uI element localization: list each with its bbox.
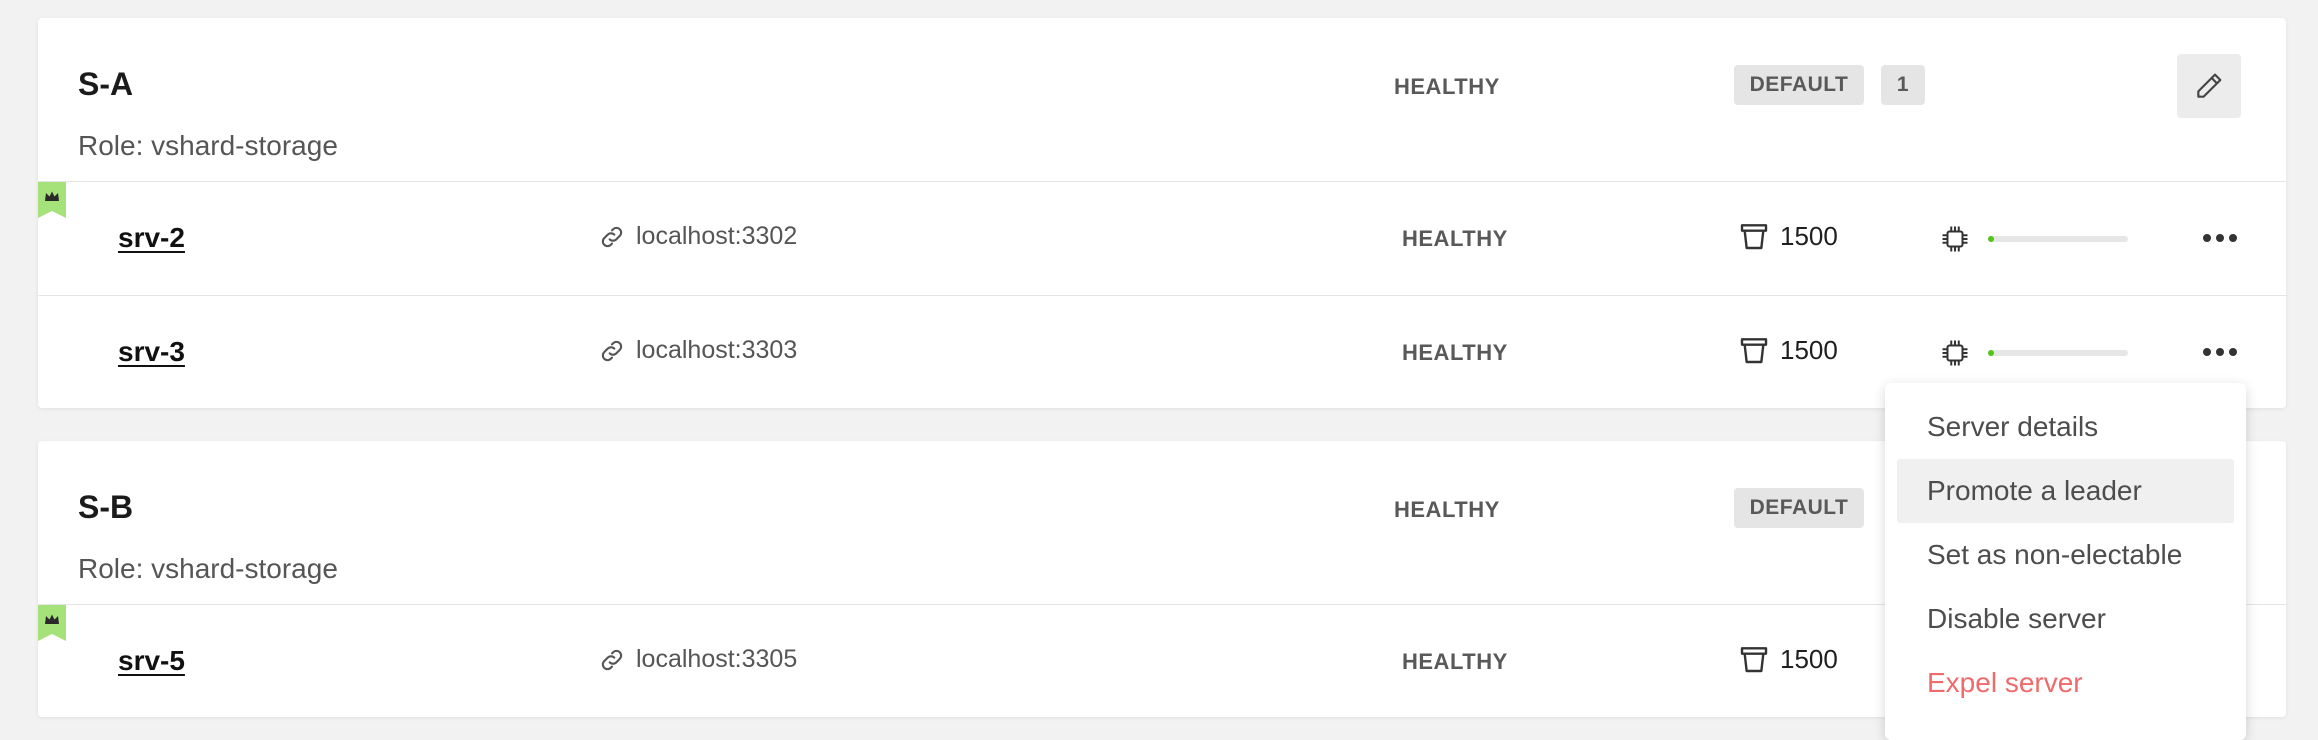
chip-icon (1942, 226, 1968, 252)
server-alias-link[interactable]: srv-2 (118, 222, 185, 254)
server-uri-text: localhost:3303 (636, 336, 798, 364)
server-buckets: 1500 (1738, 220, 1838, 252)
memory-bar-fill (1988, 236, 1994, 242)
replicaset-role: Role: vshard-storage (78, 130, 338, 161)
server-uri-text: localhost:3302 (636, 222, 798, 250)
more-dots-icon (2203, 348, 2237, 356)
memory-usage (1940, 338, 2128, 368)
menu-item-set-non-electable[interactable]: Set as non-electable (1897, 523, 2234, 587)
crown-icon (38, 605, 66, 641)
server-menu-button[interactable] (2196, 336, 2244, 368)
server-alias-link[interactable]: srv-5 (118, 645, 185, 677)
bucket-count: 1500 (1780, 220, 1838, 251)
replicaset-name: S-B (78, 489, 134, 525)
replicaset-card-s-a: S-A Role: vshard-storage HEALTHY DEFAULT… (38, 18, 2286, 408)
server-status: HEALTHY (1402, 226, 1508, 251)
server-buckets: 1500 (1738, 334, 1838, 366)
server-row: srv-2 localhost:3302 HEALTHY 1500 (38, 181, 2286, 295)
replicaset-role: Role: vshard-storage (78, 553, 338, 584)
bucket-icon (1740, 224, 1768, 250)
crown-icon (38, 182, 66, 218)
memory-bar-fill (1988, 350, 1994, 356)
server-alias-link[interactable]: srv-3 (118, 336, 185, 368)
link-icon (601, 226, 623, 247)
vshard-group-tag: DEFAULT (1734, 488, 1864, 528)
bucket-count: 1500 (1780, 334, 1838, 365)
weight-tag: 1 (1881, 65, 1925, 105)
link-icon (601, 340, 623, 361)
edit-replicaset-button[interactable] (2177, 54, 2241, 118)
menu-item-promote-leader[interactable]: Promote a leader (1897, 459, 2234, 523)
server-uri: localhost:3302 (598, 222, 797, 251)
server-actions-dropdown: Server details Promote a leader Set as n… (1885, 383, 2246, 740)
server-uri-text: localhost:3305 (636, 645, 798, 673)
bucket-icon (1740, 647, 1768, 673)
server-menu-button[interactable] (2196, 222, 2244, 254)
menu-item-server-details[interactable]: Server details (1897, 395, 2234, 459)
server-status: HEALTHY (1402, 649, 1508, 674)
server-uri: localhost:3305 (598, 645, 797, 674)
replicaset-status: HEALTHY (1394, 74, 1500, 99)
pencil-icon (2197, 73, 2222, 98)
replicaset-status: HEALTHY (1394, 497, 1500, 522)
link-icon (601, 649, 623, 670)
menu-item-disable-server[interactable]: Disable server (1897, 587, 2234, 651)
server-uri: localhost:3303 (598, 336, 797, 365)
more-dots-icon (2203, 234, 2237, 242)
bucket-count: 1500 (1780, 643, 1838, 674)
chip-icon (1942, 340, 1968, 366)
replicaset-name: S-A (78, 66, 134, 102)
memory-bar (1988, 350, 2128, 356)
memory-usage (1940, 224, 2128, 254)
bucket-icon (1740, 338, 1768, 364)
server-status: HEALTHY (1402, 340, 1508, 365)
menu-item-expel-server[interactable]: Expel server (1897, 651, 2234, 715)
replicaset-header: S-A Role: vshard-storage HEALTHY DEFAULT… (38, 18, 2286, 181)
vshard-group-tag: DEFAULT (1734, 65, 1864, 105)
memory-bar (1988, 236, 2128, 242)
server-buckets: 1500 (1738, 643, 1838, 675)
